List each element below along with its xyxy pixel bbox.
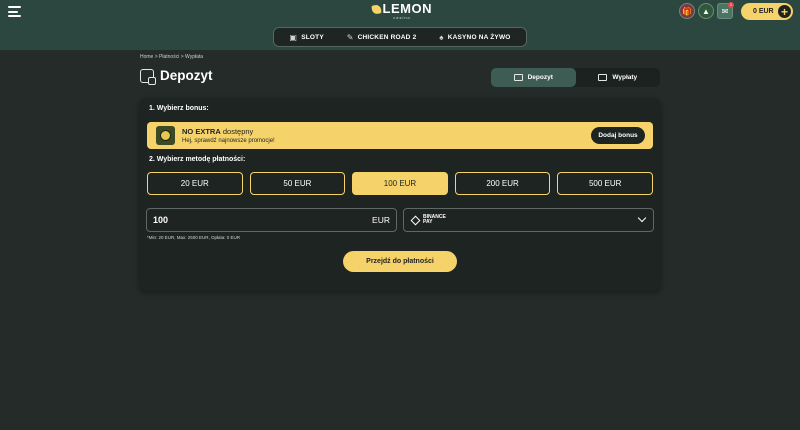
plus-icon[interactable]: + (778, 5, 791, 18)
page-header: Depozyt (140, 68, 213, 85)
step2-label: 2. Wybierz metodę płatności: (149, 156, 246, 163)
chevron-down-icon (637, 213, 647, 223)
withdraw-icon (598, 74, 608, 81)
logo[interactable]: LEMON casino (371, 2, 432, 21)
slot-icon: ▣ (289, 32, 298, 42)
bonus-title: NO EXTRA dostępny (182, 127, 254, 136)
tab-withdrawals[interactable]: Wypłaty (576, 68, 661, 87)
bonus-subtitle: Hej, sprawdź najnowsze promocje! (182, 138, 275, 144)
bonus-banner: NO EXTRA dostępny Hej, sprawdź najnowsze… (147, 122, 653, 149)
chicken-icon: ✎ (346, 32, 354, 42)
amount-option-500[interactable]: 500 EUR (557, 172, 653, 195)
wallet-icon (140, 68, 156, 85)
tab-deposit[interactable]: Depozyt (491, 68, 576, 87)
payment-tabs: Depozyt Wypłaty (491, 68, 660, 87)
amount-option-20[interactable]: 20 EUR (147, 172, 243, 195)
currency-label: EUR (372, 215, 390, 225)
cards-icon: ♠ (439, 32, 444, 42)
tree-icon[interactable]: ▲ (698, 3, 714, 19)
lemon-logo-icon (371, 3, 382, 15)
deposit-icon (513, 74, 523, 81)
mail-icon[interactable]: ✉ 1 (717, 2, 734, 19)
binance-icon (410, 215, 421, 225)
amount-value: 100 (153, 215, 169, 225)
nav-item-live-casino[interactable]: ♠ KASYNO NA ŻYWO (439, 33, 510, 42)
nav-item-chicken-road[interactable]: ✎ CHICKEN ROAD 2 (347, 33, 417, 42)
step1-label: 1. Wybierz bonus: (149, 105, 209, 112)
deposit-card: 1. Wybierz bonus: NO EXTRA dostępny Hej,… (139, 98, 661, 291)
header-icons: 🎁 ▲ ✉ 1 (679, 2, 734, 21)
amount-options: 20 EUR 50 EUR 100 EUR 200 EUR 500 EUR (147, 172, 653, 195)
nav-strip: ▣ SLOTY ✎ CHICKEN ROAD 2 ♠ KASYNO NA ŻYW… (0, 24, 800, 50)
balance-amount: 0 EUR (753, 8, 774, 15)
amount-option-50[interactable]: 50 EUR (249, 172, 346, 195)
payment-method-label: BINANCE PAY (423, 214, 446, 225)
amount-option-200[interactable]: 200 EUR (454, 172, 551, 195)
amount-option-100[interactable]: 100 EUR (352, 172, 448, 195)
balance-button[interactable]: 0 EUR + (741, 3, 793, 20)
mail-badge: 1 (728, 2, 734, 8)
page-title: Depozyt (160, 68, 213, 83)
limits-note: *Min: 20 EUR, Max: 2500 EUR, Opłata: 0 E… (147, 235, 241, 240)
add-bonus-button[interactable]: Dodaj bonus (591, 127, 645, 144)
nav-item-sloty[interactable]: ▣ SLOTY (289, 33, 323, 42)
bonus-icon (156, 126, 175, 145)
gift-icon[interactable]: 🎁 (679, 3, 695, 19)
payment-method-select[interactable]: BINANCE PAY (403, 208, 654, 232)
top-bar: LEMON casino 🎁 ▲ ✉ 1 0 EUR + (0, 0, 800, 24)
menu-icon[interactable] (8, 6, 21, 17)
proceed-to-payment-button[interactable]: Przejdź do płatności (343, 251, 457, 272)
amount-input[interactable]: 100 EUR (146, 208, 397, 232)
category-nav: ▣ SLOTY ✎ CHICKEN ROAD 2 ♠ KASYNO NA ŻYW… (273, 27, 527, 47)
breadcrumb[interactable]: Home > Płatności > Wypłata (140, 54, 203, 60)
